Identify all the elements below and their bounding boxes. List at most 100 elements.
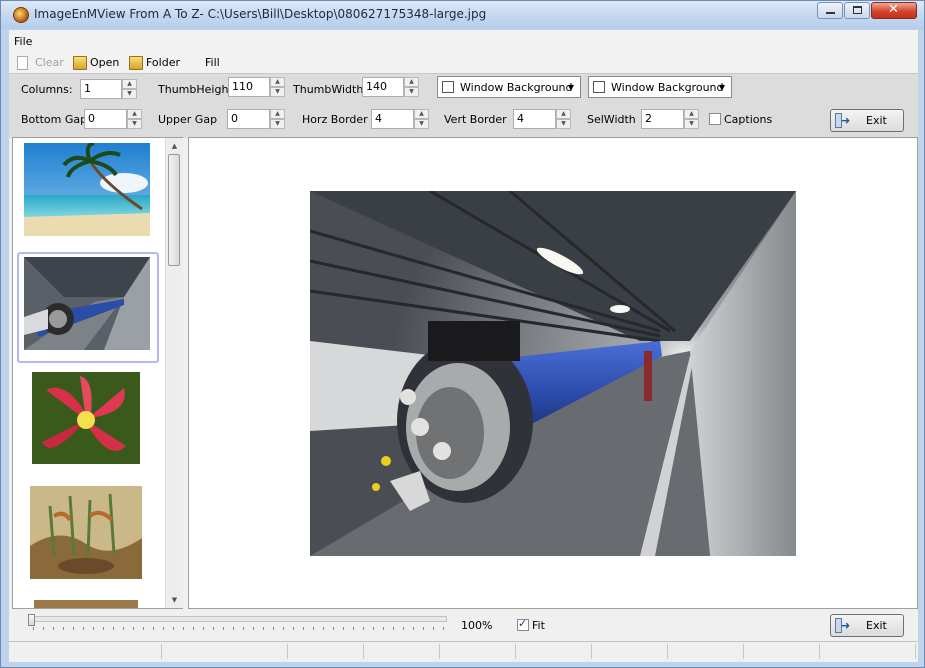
spin-down-icon[interactable]: ▼ <box>556 119 571 129</box>
options-panel: Columns: 1 ▲ ▼ ThumbHeight 110 ▲ ▼ ThumbWi… <box>9 73 918 138</box>
dropdown-arrow-icon: ▼ <box>718 83 725 92</box>
horzborder-label: Horz Border <box>302 113 368 126</box>
red-lily-flower-thumbnail[interactable] <box>32 372 140 464</box>
status-panel <box>591 644 668 659</box>
scroll-thumb[interactable] <box>168 154 180 266</box>
clear-button[interactable]: Clear <box>17 54 64 71</box>
status-panel <box>363 644 440 659</box>
minimize-icon <box>826 12 835 14</box>
menu-bar: File <box>9 30 918 50</box>
zoom-slider-track[interactable] <box>29 616 447 622</box>
folder-icon <box>129 55 143 70</box>
captions-checkbox[interactable] <box>709 113 721 125</box>
thumbheight-input[interactable]: 110 <box>228 77 270 97</box>
thumbwidth-label: ThumbWidth <box>293 83 364 96</box>
bottomgap-input[interactable]: 0 <box>84 109 127 129</box>
image-viewer[interactable] <box>188 137 918 609</box>
uppergap-input[interactable]: 0 <box>227 109 270 129</box>
columns-label: Columns: <box>21 83 73 96</box>
status-panel <box>819 644 916 659</box>
status-panel <box>515 644 592 659</box>
open-label: Open <box>90 56 120 69</box>
folder-button[interactable]: Folder <box>129 54 180 71</box>
open-folder-icon <box>73 55 87 70</box>
fill-label: Fill <box>205 56 220 69</box>
color-swatch <box>593 81 605 93</box>
bottomgap-label: Bottom Gap <box>21 113 88 126</box>
spin-up-icon[interactable]: ▲ <box>556 109 571 119</box>
vertborder-input[interactable]: 4 <box>513 109 556 129</box>
spin-down-icon[interactable]: ▼ <box>127 119 142 129</box>
status-panel <box>9 644 162 659</box>
exit-label-bottom: Exit <box>866 619 887 632</box>
title-bar[interactable]: ImageEnMView From A To Z- C:\Users\Bill\… <box>1 1 924 29</box>
exit-button-bottom[interactable]: ➜ Exit <box>830 614 904 637</box>
spin-up-icon[interactable]: ▲ <box>270 77 285 87</box>
main-window: ImageEnMView From A To Z- C:\Users\Bill\… <box>0 0 925 668</box>
status-panel <box>743 644 820 659</box>
zoom-percent: 100% <box>461 619 493 632</box>
selwidth-spinner[interactable]: 2 ▲ ▼ <box>641 109 699 129</box>
zoom-slider-ticks <box>33 627 445 630</box>
thumbwidth-spinner[interactable]: 140 ▲ ▼ <box>362 77 419 97</box>
spin-down-icon[interactable]: ▼ <box>684 119 699 129</box>
horzborder-input[interactable]: 4 <box>371 109 414 129</box>
columns-input[interactable]: 1 <box>80 79 122 99</box>
status-bar <box>9 641 918 662</box>
partial-thumbnail[interactable] <box>34 600 138 608</box>
minimize-button[interactable] <box>817 2 843 19</box>
scroll-down-icon[interactable]: ▼ <box>166 592 183 608</box>
exit-label-top: Exit <box>866 114 887 127</box>
spin-down-icon[interactable]: ▼ <box>414 119 429 129</box>
document-icon <box>17 55 28 70</box>
captions-label: Captions <box>724 113 773 126</box>
spin-up-icon[interactable]: ▲ <box>414 109 429 119</box>
uppergap-spinner[interactable]: 0 ▲ ▼ <box>227 109 285 129</box>
zoom-slider-knob[interactable] <box>28 614 35 626</box>
fit-checkbox[interactable]: ✓ <box>517 617 529 631</box>
particle-accelerator-tunnel-thumbnail[interactable] <box>24 257 150 350</box>
thumbnail-scrollbar[interactable]: ▲ ▼ <box>165 138 183 608</box>
beach-palm-thumbnail[interactable] <box>24 143 150 236</box>
spin-up-icon[interactable]: ▲ <box>127 109 142 119</box>
color-swatch <box>442 81 454 93</box>
thumbwidth-input[interactable]: 140 <box>362 77 404 97</box>
vertborder-spinner[interactable]: 4 ▲ ▼ <box>513 109 571 129</box>
spin-up-icon[interactable]: ▲ <box>122 79 137 89</box>
close-button[interactable]: ✕ <box>871 2 917 19</box>
fit-label: Fit <box>532 619 545 632</box>
exit-button-top[interactable]: ➜ Exit <box>830 109 904 132</box>
open-button[interactable]: Open <box>73 54 119 71</box>
dropdown-arrow-icon: ▼ <box>567 83 574 92</box>
window-background-1-label: Window Background <box>460 81 573 94</box>
selwidth-input[interactable]: 2 <box>641 109 684 129</box>
spin-down-icon[interactable]: ▼ <box>122 89 137 99</box>
spin-up-icon[interactable]: ▲ <box>270 109 285 119</box>
ancient-mural-thumbnail[interactable] <box>30 486 142 579</box>
status-panel <box>667 644 744 659</box>
menu-file[interactable]: File <box>14 35 32 48</box>
thumbheight-label: ThumbHeight <box>158 83 233 96</box>
uppergap-label: Upper Gap <box>158 113 218 126</box>
thumbnail-list[interactable]: ▲ ▼ <box>12 137 183 609</box>
maximize-button[interactable] <box>844 2 870 19</box>
bottomgap-spinner[interactable]: 0 ▲ ▼ <box>84 109 142 129</box>
horzborder-spinner[interactable]: 4 ▲ ▼ <box>371 109 429 129</box>
client-area: File Clear Open Folder Fill Columns: 1 ▲… <box>9 30 918 662</box>
spin-up-icon[interactable]: ▲ <box>684 109 699 119</box>
spin-down-icon[interactable]: ▼ <box>404 87 419 97</box>
fill-button[interactable]: Fill <box>205 54 220 71</box>
status-panel <box>287 644 364 659</box>
status-panel <box>161 644 288 659</box>
window-title: ImageEnMView From A To Z- C:\Users\Bill\… <box>34 7 487 21</box>
spin-up-icon[interactable]: ▲ <box>404 77 419 87</box>
window-background-combo-2[interactable]: Window Background ▼ <box>588 76 732 98</box>
window-background-combo-1[interactable]: Window Background ▼ <box>437 76 581 98</box>
scroll-up-icon[interactable]: ▲ <box>166 138 183 154</box>
thumbheight-spinner[interactable]: 110 ▲ ▼ <box>228 77 285 97</box>
columns-spinner[interactable]: 1 ▲ ▼ <box>80 79 137 99</box>
folder-label: Folder <box>146 56 180 69</box>
spin-down-icon[interactable]: ▼ <box>270 87 285 97</box>
selwidth-label: SelWidth <box>587 113 636 126</box>
spin-down-icon[interactable]: ▼ <box>270 119 285 129</box>
